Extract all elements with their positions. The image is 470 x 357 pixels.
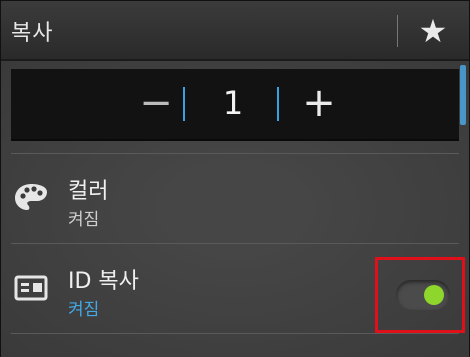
toggle-highlight — [375, 257, 465, 333]
id-card-icon — [14, 275, 48, 301]
copies-value[interactable]: 1 — [211, 81, 255, 125]
palette-icon — [15, 184, 47, 210]
header-divider — [397, 15, 398, 47]
star-icon[interactable]: ★ — [413, 11, 453, 51]
item-label: ID 복사 — [68, 269, 139, 294]
row-divider — [11, 153, 459, 154]
row-divider — [11, 333, 459, 334]
copies-stepper: − 1 + — [11, 69, 459, 141]
id-copy-toggle[interactable] — [396, 280, 450, 310]
item-status: 켜짐 — [68, 210, 100, 230]
stepper-divider — [183, 87, 185, 121]
page-title: 복사 — [11, 21, 54, 46]
stepper-divider — [277, 87, 279, 121]
list-item-color[interactable]: 컬러 켜짐 — [11, 155, 459, 243]
increment-button[interactable]: + — [301, 81, 337, 125]
row-divider — [11, 243, 459, 244]
copy-panel: 복사 ★ − 1 + 컬러 켜짐 ID 복사 켜짐 — [0, 0, 470, 357]
item-status: 켜짐 — [68, 300, 100, 320]
toggle-knob — [424, 285, 444, 305]
item-label: 컬러 — [68, 179, 109, 204]
scrollbar[interactable] — [460, 65, 466, 125]
header: 복사 ★ — [1, 1, 469, 61]
decrement-button[interactable]: − — [138, 81, 174, 125]
